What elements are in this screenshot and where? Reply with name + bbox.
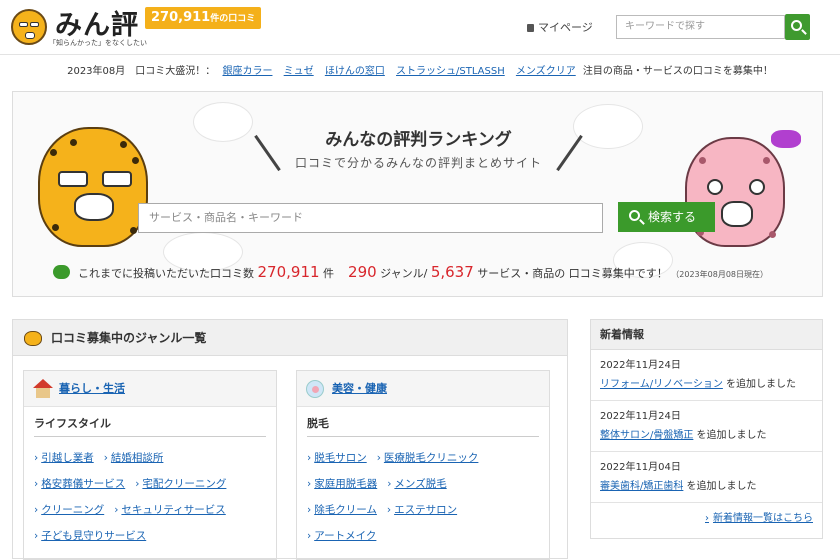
hero-title: みんなの評判ランキング — [325, 130, 512, 150]
ticker-link[interactable]: ミュゼ — [284, 66, 314, 77]
cheetah-logo-icon[interactable] — [11, 9, 47, 45]
genre-link[interactable]: 子ども見守りサービス — [34, 530, 146, 542]
news-more-link[interactable]: 新着情報一覧はこちら — [705, 513, 813, 524]
genre-list-heading: 口コミ募集中のジャンル一覧 — [13, 320, 567, 356]
site-logo-text[interactable]: みん評 — [55, 3, 139, 42]
genre-list-panel: 口コミ募集中のジャンル一覧 暮らし・生活 ライフスタイル 引越し業者結婚相談所 … — [12, 319, 568, 560]
news-link[interactable]: 整体サロン/骨盤矯正 — [600, 430, 693, 441]
news-date: 2022年11月24日 — [600, 360, 681, 371]
cheetah-face-icon — [24, 331, 42, 346]
news-date: 2022年11月24日 — [600, 411, 681, 422]
mypage-link[interactable]: マイページ — [527, 19, 593, 35]
genre-link[interactable]: 医療脱毛クリニック — [377, 452, 479, 464]
hero-search-input[interactable]: サービス・商品名・キーワード — [138, 203, 603, 233]
lock-icon — [527, 24, 534, 32]
news-date: 2022年11月04日 — [600, 462, 681, 473]
hero-subtitle: 口コミで分かるみんなの評判まとめサイト — [294, 156, 542, 170]
category-link-living[interactable]: 暮らし・生活 — [59, 382, 125, 395]
news-item: 2022年11月24日 リフォーム/リノベーション を追加しました — [591, 350, 822, 401]
review-stats: これまでに投稿いただいた口コミ数 270,911 件 290 ジャンル/ 5,6… — [53, 263, 822, 281]
review-count-badge: 270,911件の口コミ — [145, 7, 262, 29]
genre-link[interactable]: 結婚相談所 — [104, 452, 164, 464]
site-header: みん評 「知らんかった」をなくしたい 270,911件の口コミ マイページ キー… — [0, 0, 840, 55]
genre-link[interactable]: エステサロン — [387, 504, 457, 516]
genre-link[interactable]: セキュリティサービス — [114, 504, 225, 516]
genre-link[interactable]: 除毛クリーム — [307, 504, 377, 516]
search-icon — [629, 210, 640, 221]
ticker-link[interactable]: 銀座カラー — [222, 66, 272, 77]
news-item: 2022年11月04日 審美歯科/矯正歯科 を追加しました — [591, 452, 822, 503]
category-card-beauty: 美容・健康 脱毛 脱毛サロン医療脱毛クリニック 家庭用脱毛器メンズ脱毛 除毛クリ… — [296, 370, 550, 560]
genre-link[interactable]: 宅配クリーニング — [135, 478, 226, 490]
news-item: 2022年11月24日 整体サロン/骨盤矯正 を追加しました — [591, 401, 822, 452]
genre-link[interactable]: アートメイク — [307, 530, 376, 542]
news-panel: 新着情報 2022年11月24日 リフォーム/リノベーション を追加しました 2… — [590, 319, 823, 539]
house-icon — [33, 379, 53, 398]
genre-link[interactable]: 脱毛サロン — [307, 452, 367, 464]
ticker-link[interactable]: ほけんの窓口 — [325, 66, 385, 77]
site-tagline: 「知らんかった」をなくしたい — [49, 39, 147, 47]
category-link-beauty[interactable]: 美容・健康 — [332, 382, 387, 395]
header-search-input[interactable]: キーワードで探す — [616, 15, 785, 39]
subcategory-title: ライフスタイル — [34, 415, 266, 437]
chat-icon — [53, 265, 70, 279]
header-search-button[interactable] — [785, 14, 810, 40]
hero-banner: みんなの評判ランキング 口コミで分かるみんなの評判まとめサイト サービス・商品名… — [12, 91, 823, 297]
news-link[interactable]: 審美歯科/矯正歯科 — [600, 481, 683, 492]
category-card-living: 暮らし・生活 ライフスタイル 引越し業者結婚相談所 格安葬儀サービス宅配クリーニ… — [23, 370, 277, 560]
genre-link[interactable]: クリーニング — [34, 504, 104, 516]
search-icon — [791, 20, 802, 31]
news-heading: 新着情報 — [591, 320, 822, 350]
ticker-link[interactable]: ストラッシュ/STLASSH — [396, 66, 505, 77]
ticker-link[interactable]: メンズクリア — [516, 66, 576, 77]
hero-search-button[interactable]: 検索する — [618, 202, 715, 232]
genre-link[interactable]: 家庭用脱毛器 — [307, 478, 377, 490]
beauty-icon — [306, 380, 324, 398]
genre-link[interactable]: 格安葬儀サービス — [34, 478, 125, 490]
news-link[interactable]: リフォーム/リノベーション — [600, 379, 723, 390]
genre-link[interactable]: メンズ脱毛 — [387, 478, 446, 490]
trending-ticker: 2023年08月 口コミ大盛況！： 銀座カラー ミュゼ ほけんの窓口 ストラッシ… — [67, 66, 773, 77]
genre-link[interactable]: 引越し業者 — [34, 452, 94, 464]
subcategory-title: 脱毛 — [307, 415, 539, 437]
